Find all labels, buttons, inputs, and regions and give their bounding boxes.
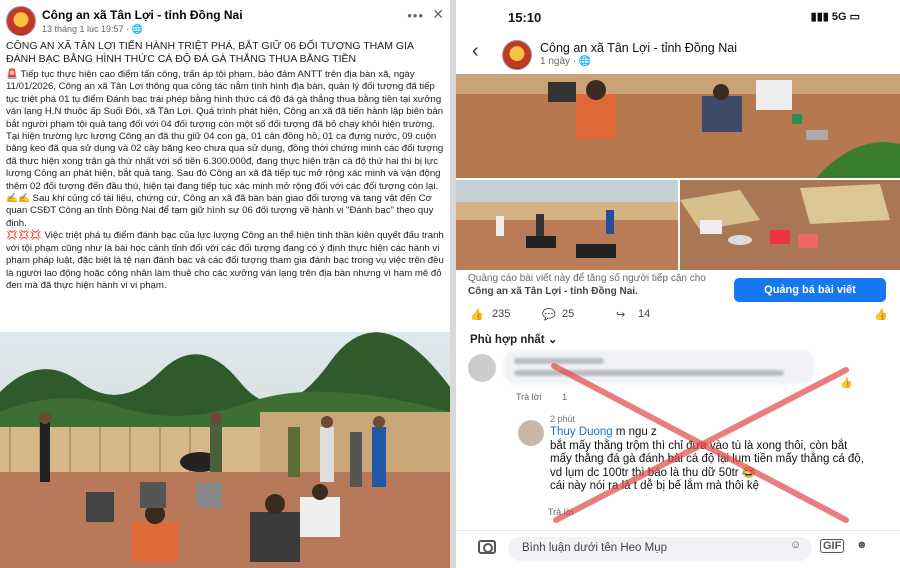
screenshot-collage: Công an xã Tân Lợi - tỉnh Đồng Nai 13 th… xyxy=(0,0,900,568)
post-header: Công an xã Tân Lợi - tỉnh Đồng Nai 13 th… xyxy=(6,6,444,38)
page-name[interactable]: Công an xã Tân Lợi - tỉnh Đồng Nai xyxy=(42,8,243,22)
sticker-icon[interactable]: ☻ xyxy=(856,539,868,551)
promo-text-body: Quảng cáo bài viết này để tăng số người … xyxy=(468,273,706,284)
post-paragraph-3: 💢💢💢 Việc triệt phá tụ điểm đánh bạc của … xyxy=(6,230,444,291)
reactions-bar: 👍 235 💬 25 ↪ 14 👍 xyxy=(466,306,890,324)
comment-blurred: 👍 xyxy=(468,350,888,394)
comment-actions: Trả lời 1 xyxy=(516,392,567,402)
reply-actions: Trả lời xyxy=(548,507,574,517)
share-icon[interactable]: ↪ xyxy=(616,308,625,321)
reply-text-2: bắt mấy thằng trộm thì chỉ đưa vào tù là… xyxy=(550,439,864,479)
post-time[interactable]: 1 ngày · 🌐 xyxy=(540,56,591,67)
comment-icon[interactable]: 💬 xyxy=(542,308,556,321)
comment-like-icon[interactable]: 👍 xyxy=(840,378,852,389)
boost-post-button[interactable]: Quảng bá bài viết xyxy=(734,278,886,302)
post-photo-3[interactable] xyxy=(680,180,900,270)
post-photo[interactable] xyxy=(0,332,450,568)
left-post: Công an xã Tân Lợi - tỉnh Đồng Nai 13 th… xyxy=(0,0,450,568)
emoji-icon[interactable]: ☺ xyxy=(790,539,801,551)
status-indicators: ▮▮▮ 5G ▭ xyxy=(810,11,860,23)
more-options-icon[interactable]: ••• xyxy=(407,8,424,23)
comment-bubble xyxy=(504,350,814,384)
like-count-1: 1 xyxy=(562,392,568,402)
replier-avatar[interactable] xyxy=(518,420,544,446)
post-header: ‹ Công an xã Tân Lợi - tỉnh Đồng Nai 1 n… xyxy=(456,36,900,72)
post-time[interactable]: 13 tháng 1 lúc 19:57 · 🌐 xyxy=(42,24,143,35)
reply-bubble: Thuy Duong m ngu z bắt mấy thằng trộm th… xyxy=(550,426,872,514)
post-paragraph-2: ✍️✍️ Sau khi củng cố tài liệu, chứng cứ,… xyxy=(6,193,434,229)
reply-link[interactable]: Trả lời xyxy=(516,392,542,402)
page-avatar[interactable] xyxy=(6,6,36,36)
reply-text-3: cái này nói ra là t dễ bị bế lắm mà thôi… xyxy=(550,480,760,492)
like-badge-icon[interactable]: 👍 xyxy=(874,308,888,321)
phone-screen: 15:10 ▮▮▮ 5G ▭ ‹ Công an xã Tân Lợi - tỉ… xyxy=(456,0,900,568)
like-count[interactable]: 235 xyxy=(492,308,510,320)
comment-input[interactable]: Bình luận dưới tên Heo Mụp xyxy=(508,537,812,561)
share-count[interactable]: 14 xyxy=(638,308,650,320)
close-icon[interactable]: ✕ xyxy=(432,6,444,23)
post-photo-1[interactable] xyxy=(456,74,900,178)
gif-icon[interactable]: GIF xyxy=(820,539,845,553)
post-body: CÔNG AN XÃ TÂN LỢI TIẾN HÀNH TRIỆT PHÁ, … xyxy=(6,40,444,292)
camera-icon[interactable] xyxy=(478,540,496,554)
post-photo-2[interactable] xyxy=(456,180,678,270)
back-arrow-icon[interactable]: ‹ xyxy=(472,40,479,63)
reply-time: 2 phút xyxy=(550,414,576,424)
sort-label: Phù hợp nhất xyxy=(470,334,545,346)
commenter-avatar[interactable] xyxy=(468,354,496,382)
reply-author[interactable]: Thuy Duong xyxy=(550,426,613,438)
comment-input-bar: Bình luận dưới tên Heo Mụp ☺ GIF ☻ xyxy=(456,530,900,568)
promo-text: Quảng cáo bài viết này để tăng số người … xyxy=(468,272,716,298)
comment-count[interactable]: 25 xyxy=(562,308,574,320)
promo-page-name[interactable]: Công an xã Tân Lợi - tỉnh Đồng Nai. xyxy=(468,286,638,297)
post-paragraph-1: 🚨 Tiếp tục thực hiện cao điểm tấn công, … xyxy=(6,69,444,192)
status-bar: 15:10 ▮▮▮ 5G ▭ xyxy=(456,0,900,34)
like-icon[interactable]: 👍 xyxy=(470,308,484,321)
network-label: 5G xyxy=(831,11,847,23)
page-avatar[interactable] xyxy=(502,40,532,70)
status-time: 15:10 xyxy=(508,10,542,25)
comment-sort[interactable]: Phù hợp nhất ⌄ xyxy=(470,332,557,346)
post-title: CÔNG AN XÃ TÂN LỢI TIẾN HÀNH TRIỆT PHÁ, … xyxy=(6,40,414,65)
reply-text-1: m ngu z xyxy=(612,426,657,438)
page-name[interactable]: Công an xã Tân Lợi - tỉnh Đồng Nai xyxy=(540,41,737,55)
reply-link-2[interactable]: Trả lời xyxy=(548,507,574,517)
